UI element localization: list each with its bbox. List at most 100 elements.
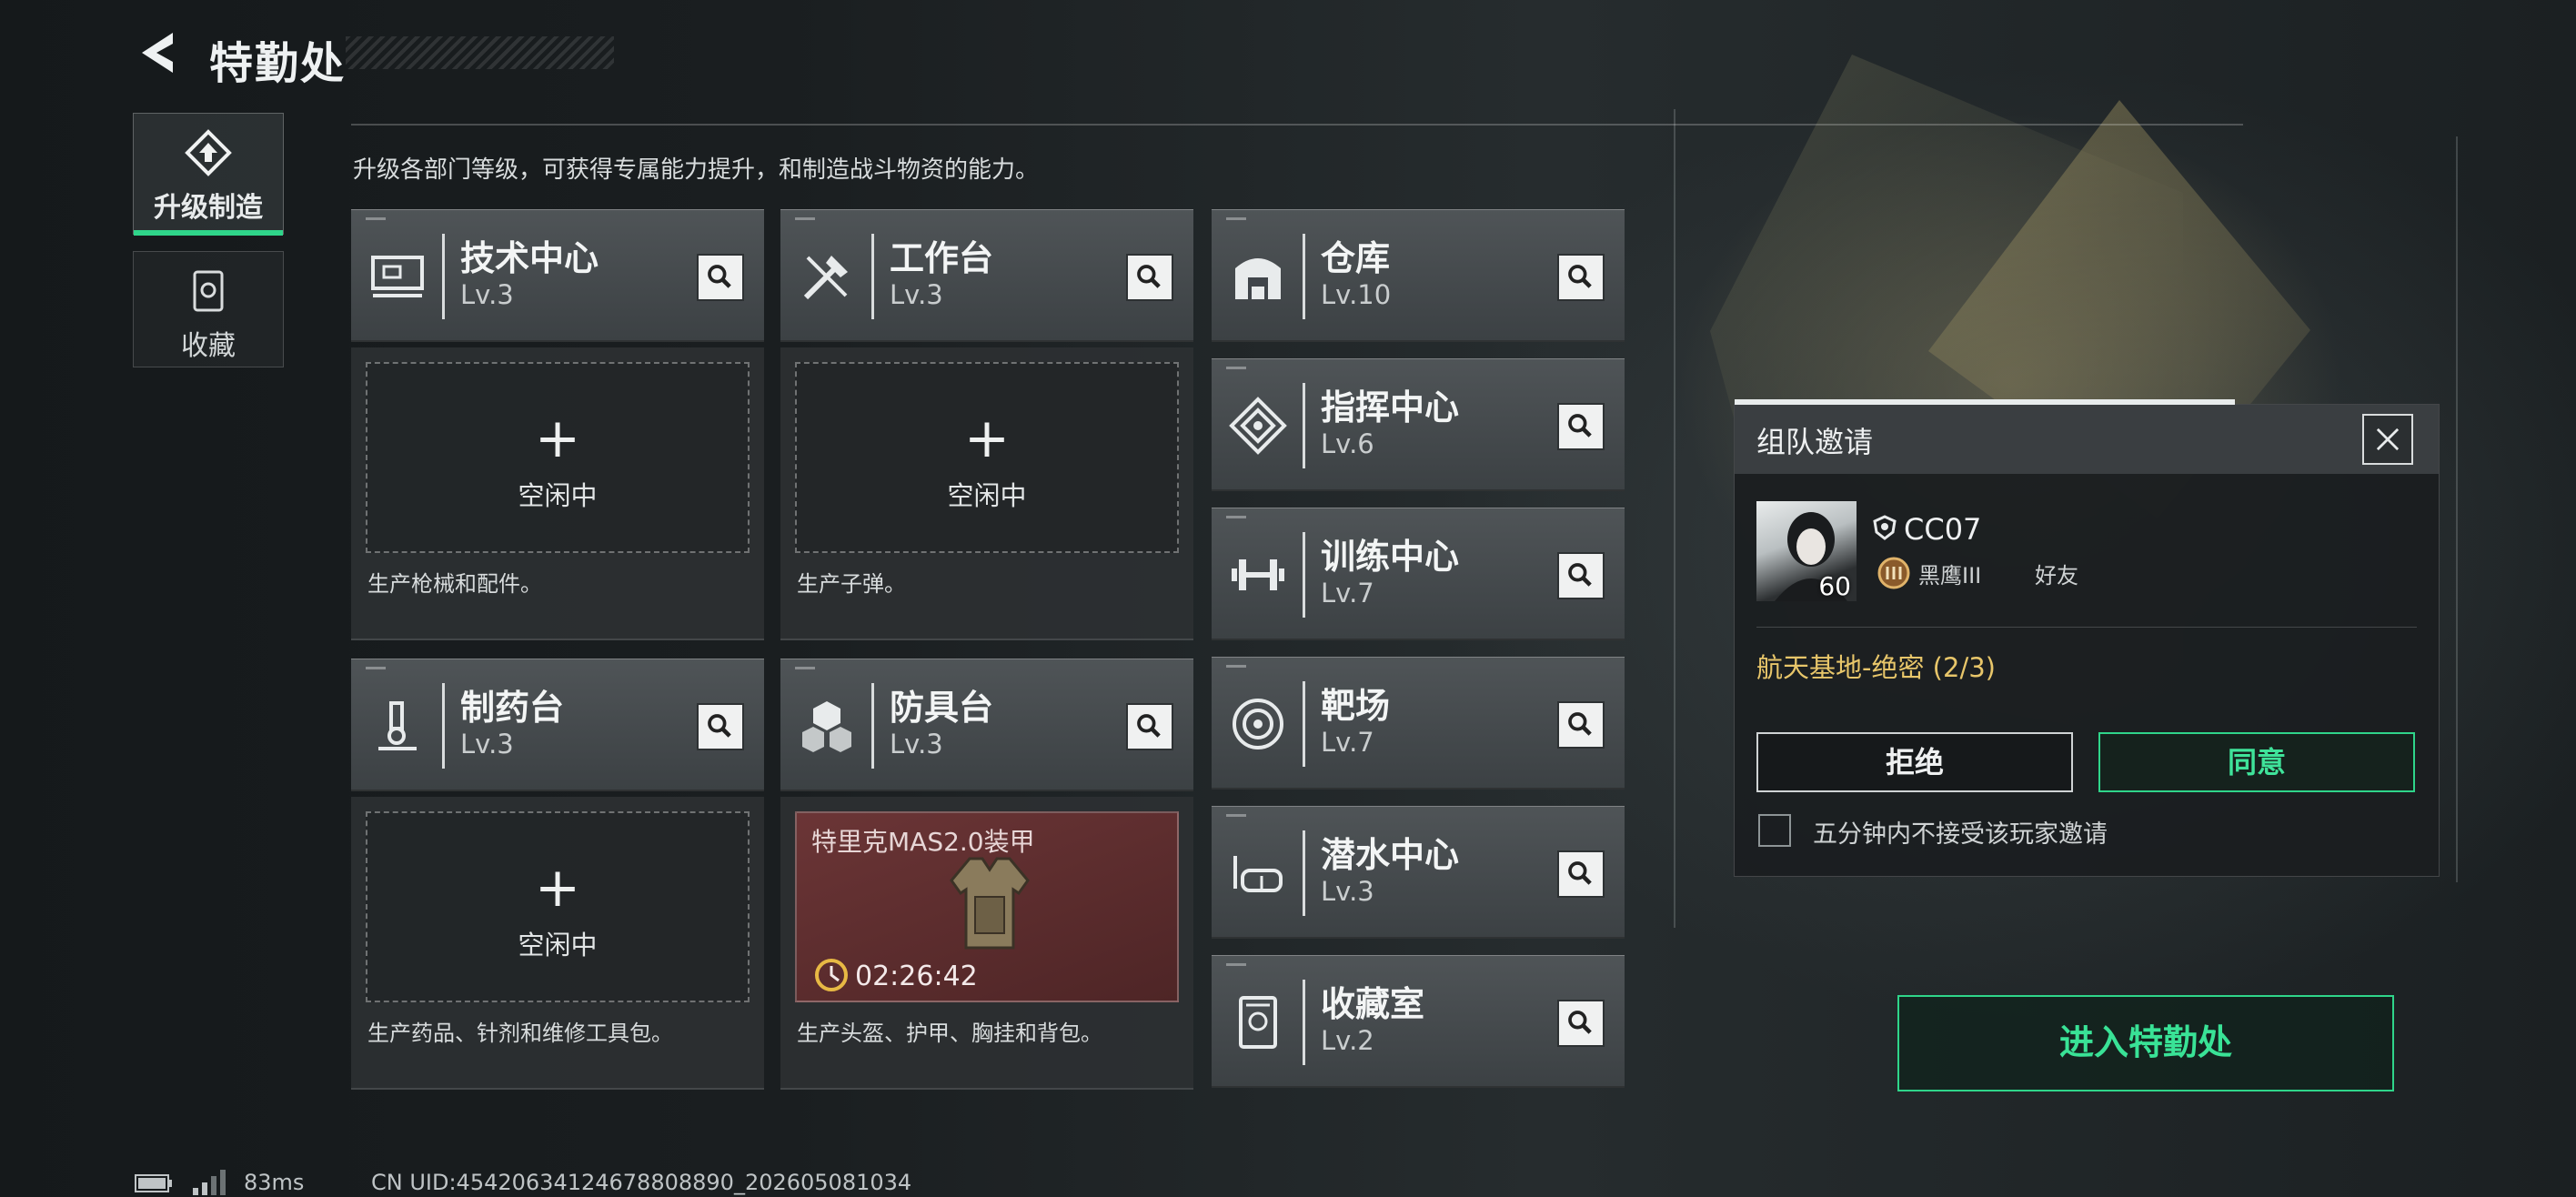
microscope-icon xyxy=(378,701,417,750)
slot-status: 空闲中 xyxy=(518,480,598,511)
tab-collection[interactable]: 收藏 xyxy=(133,251,284,367)
search-icon[interactable] xyxy=(697,703,744,750)
dialog-header: 组队邀请 xyxy=(1735,405,2439,474)
battery-icon xyxy=(135,1174,172,1192)
card-tick xyxy=(1226,665,1246,668)
station-name: 技术中心 xyxy=(460,238,599,278)
card-tick xyxy=(1226,367,1246,369)
shield-icon xyxy=(1873,515,1897,540)
station-card-armor[interactable]: 防具台 Lv.3 xyxy=(780,659,1193,791)
crafting-timer: 02:26:42 xyxy=(855,961,978,992)
back-arrow-icon[interactable] xyxy=(133,27,184,78)
facility-name: 仓库 xyxy=(1321,238,1391,278)
facility-card-command-center[interactable]: 指挥中心 Lv.6 xyxy=(1212,358,1625,491)
reject-button[interactable]: 拒绝 xyxy=(1756,732,2073,792)
facility-name: 训练中心 xyxy=(1321,537,1460,577)
card-tick xyxy=(366,217,386,220)
station-description: 生产头盔、护甲、胸挂和背包。 xyxy=(797,1021,1102,1046)
page-description: 升级各部门等级，可获得专属能力提升，和制造战斗物资的能力。 xyxy=(353,156,1040,184)
facility-card-diving-center[interactable]: 潜水中心 Lv.3 xyxy=(1212,806,1625,939)
facility-card-shooting-range[interactable]: 靶场 Lv.7 xyxy=(1212,657,1625,790)
dialog-title: 组队邀请 xyxy=(1756,425,1874,459)
search-icon[interactable] xyxy=(1557,1000,1605,1047)
station-name: 制药台 xyxy=(460,688,565,728)
computer-icon xyxy=(371,256,424,297)
search-icon[interactable] xyxy=(1126,703,1173,750)
cubes-icon xyxy=(802,701,851,752)
facility-level: Lv.2 xyxy=(1321,1025,1374,1056)
idle-slot[interactable]: + 空闲中 xyxy=(366,362,750,553)
station-level: Lv.3 xyxy=(460,279,514,310)
station-level: Lv.3 xyxy=(890,729,943,759)
team-invite-dialog: 组队邀请 60 CC07 黑鹰III 好友 航天基地-绝密 (2/3) 拒绝 同… xyxy=(1734,399,2440,877)
search-icon[interactable] xyxy=(1126,254,1173,301)
vault-icon xyxy=(1239,996,1277,1049)
idle-slot[interactable]: + 空闲中 xyxy=(795,362,1179,553)
facility-name: 指挥中心 xyxy=(1321,387,1460,428)
search-icon[interactable] xyxy=(1557,701,1605,749)
station-card-pharmacy[interactable]: 制药台 Lv.3 xyxy=(351,659,764,791)
station-production-tech-center: + 空闲中 生产枪械和配件。 xyxy=(351,347,764,640)
station-production-pharmacy: + 空闲中 生产药品、针剂和维修工具包。 xyxy=(351,797,764,1090)
station-level: Lv.3 xyxy=(460,729,514,759)
ping-readout: 83ms xyxy=(244,1170,305,1195)
card-tick xyxy=(1226,963,1246,966)
tab-upgrade[interactable]: 升级制造 xyxy=(133,113,284,236)
search-icon[interactable] xyxy=(1557,403,1605,450)
mute-invite-checkbox[interactable] xyxy=(1758,814,1791,847)
divider xyxy=(1756,627,2417,628)
tab-collection-label: 收藏 xyxy=(181,330,236,362)
close-button[interactable] xyxy=(2362,414,2413,465)
search-icon[interactable] xyxy=(1557,552,1605,599)
goggles-icon xyxy=(1233,856,1283,892)
card-separator xyxy=(871,234,874,319)
divider xyxy=(351,124,2243,126)
title-decoration xyxy=(346,36,614,69)
player-level: 60 xyxy=(1818,571,1851,601)
target-icon xyxy=(1233,699,1283,749)
station-name: 工作台 xyxy=(890,238,994,278)
command-icon xyxy=(1229,397,1287,455)
crafting-slot[interactable]: 特里克MAS2.0装甲 02:26:42 xyxy=(795,811,1179,1002)
page-title: 特勤处 xyxy=(209,38,347,89)
station-production-workbench: + 空闲中 生产子弹。 xyxy=(780,347,1193,640)
collection-icon xyxy=(193,270,224,312)
station-description: 生产药品、针剂和维修工具包。 xyxy=(367,1021,673,1046)
accept-button[interactable]: 同意 xyxy=(2098,732,2415,792)
card-tick xyxy=(1226,217,1246,220)
station-description: 生产枪械和配件。 xyxy=(367,571,542,597)
station-card-tech-center[interactable]: 技术中心 Lv.3 xyxy=(351,209,764,342)
card-separator xyxy=(442,234,445,319)
station-name: 防具台 xyxy=(890,688,994,728)
plus-icon: + xyxy=(534,856,581,920)
card-tick xyxy=(1226,516,1246,518)
card-tick xyxy=(795,217,815,220)
search-icon[interactable] xyxy=(1557,254,1605,301)
background-pillar xyxy=(2456,136,2458,882)
mission-info: 航天基地-绝密 (2/3) xyxy=(1756,652,1996,683)
search-icon[interactable] xyxy=(1557,850,1605,898)
avatar: 60 xyxy=(1756,501,1857,601)
station-card-workbench[interactable]: 工作台 Lv.3 xyxy=(780,209,1193,342)
tools-icon xyxy=(803,256,848,300)
station-level: Lv.3 xyxy=(890,279,943,310)
dumbbell-icon xyxy=(1232,559,1284,590)
card-separator xyxy=(1303,980,1305,1065)
card-tick xyxy=(795,667,815,669)
card-separator xyxy=(1303,681,1305,767)
card-separator xyxy=(1303,234,1305,319)
plus-icon: + xyxy=(963,407,1011,470)
armor-vest-icon xyxy=(950,857,1030,950)
facility-name: 靶场 xyxy=(1321,686,1391,726)
card-separator xyxy=(871,683,874,769)
background-pillar xyxy=(1674,109,1675,928)
warehouse-icon xyxy=(1235,258,1281,299)
enter-button[interactable]: 进入特勤处 xyxy=(1897,995,2394,1091)
search-icon[interactable] xyxy=(697,254,744,301)
mute-invite-label: 五分钟内不接受该玩家邀请 xyxy=(1813,820,2108,849)
facility-card-warehouse[interactable]: 仓库 Lv.10 xyxy=(1212,209,1625,342)
idle-slot[interactable]: + 空闲中 xyxy=(366,811,750,1002)
facility-card-vault[interactable]: 收藏室 Lv.2 xyxy=(1212,955,1625,1088)
facility-card-training-center[interactable]: 训练中心 Lv.7 xyxy=(1212,508,1625,640)
rank-badge-icon xyxy=(1877,557,1910,589)
